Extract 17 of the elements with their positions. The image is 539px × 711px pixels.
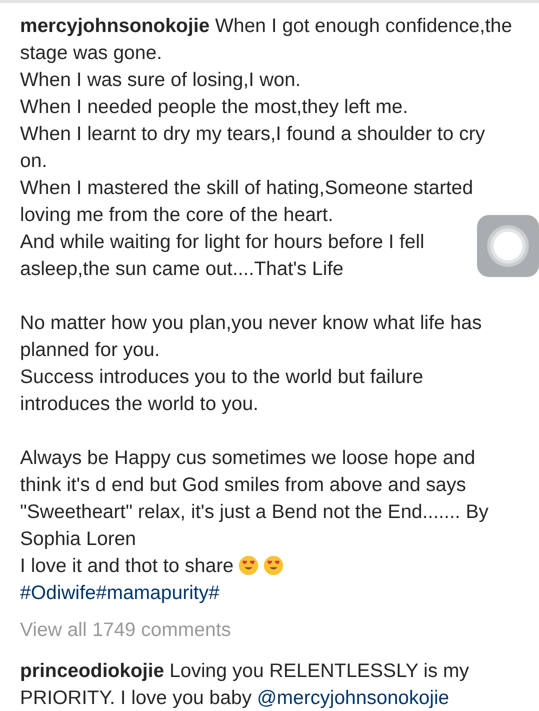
circle-icon: [486, 224, 530, 268]
comment-text: princeodiokojie Loving you RELENTLESSLY is my PRIORITY. I love you baby @mercyjohnsonokojie: [20, 659, 470, 711]
caption-text: When I mastered the skill of hating,Someone started loving me from the core of the heart.: [20, 177, 474, 226]
caption-text: When I learnt to dry my tears,I found a shoulder to cry on.: [20, 123, 485, 172]
heart-eyes-emoji-icon: [262, 555, 284, 576]
caption-text: And while waiting for light for hours before I fell asleep,the sun came out....That's Life: [20, 231, 424, 280]
hashtag-link[interactable]: #Odiwife#mamapurity#: [20, 582, 220, 604]
caption-text: Always be Happy cus sometimes we loose hope and think it's d end but God smiles from above and says "Sweetheart" relax, it's just a Bend not the End....... By Sophia Loren: [20, 447, 488, 550]
caption-text: When I needed people the most,they left me.: [20, 96, 408, 118]
caption-text: mercyjohnsonokojie When I got enough confidence,the stage was gone.: [20, 15, 512, 64]
floating-touch-button[interactable]: [477, 215, 539, 277]
caption-text: I love it and thot to share: [20, 555, 234, 577]
heart-eyes-emoji-icon: [238, 555, 259, 576]
caption-text: Success introduces you to the world but failure introduces the world to you.: [20, 366, 424, 415]
caption-text: No matter how you plan,you never know what life has planned for you.: [20, 312, 482, 361]
mention-link[interactable]: @mercyjohnsonokojie: [257, 687, 450, 709]
caption-text: When I was sure of losing,I won.: [20, 69, 301, 91]
